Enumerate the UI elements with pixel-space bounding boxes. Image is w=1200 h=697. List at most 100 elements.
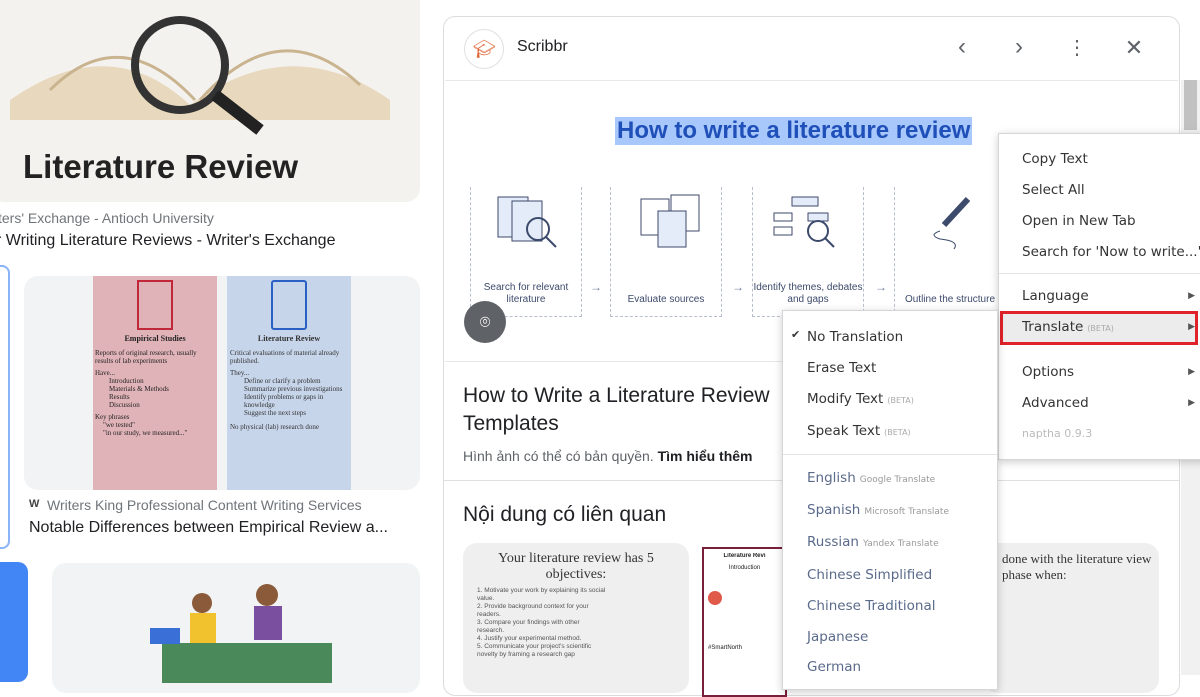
step-label: Identify themes, debates and gaps [753, 282, 863, 305]
related-list-item: 1. Motivate your work by explaining its … [477, 587, 606, 602]
empirical-have: Have... [95, 369, 116, 377]
pen-icon [933, 196, 971, 250]
review-item: Suggest the next steps [244, 409, 307, 417]
review-desc: Critical evaluations of material already… [230, 349, 340, 365]
review-item: Define or clarify a problem [244, 377, 321, 385]
review-panel: Literature Review Critical evaluations o… [227, 276, 351, 490]
sources-icon [640, 194, 700, 248]
naptha-version: naptha 0.9.3 [1022, 427, 1093, 440]
menu-modify-text[interactable]: Modify Text (BETA) [783, 384, 997, 414]
menu-separator [999, 273, 1200, 274]
menu-search-for[interactable]: Search for 'Now to write...' [999, 237, 1200, 267]
scribbr-logo-icon: 🎓︎ [464, 29, 504, 69]
menu-erase-text[interactable]: Erase Text [783, 353, 997, 383]
selected-result-edge[interactable] [0, 265, 10, 549]
speak-label: Speak Text [807, 423, 881, 439]
book-icon [271, 280, 307, 330]
copyright-text: Hình ảnh có thể có bản quyền. [463, 448, 654, 464]
result-image-illustration[interactable] [52, 563, 420, 693]
google-lens-button[interactable]: ⌾ [464, 301, 506, 343]
site-name[interactable]: Scribbr [517, 38, 568, 56]
lang-english[interactable]: English Google Translate [783, 463, 997, 493]
empirical-desc: Reports of original research, usually re… [95, 349, 197, 365]
provider-label: Yandex Translate [862, 539, 939, 549]
menu-advanced[interactable]: Advanced ▶ [999, 388, 1199, 418]
menu-options[interactable]: Options ▶ [999, 357, 1199, 387]
empirical-title: Empirical Studies [124, 334, 186, 343]
step-label: Evaluate sources [627, 294, 705, 305]
more-options-icon[interactable]: ⋮ [1062, 35, 1092, 60]
submenu-arrow-icon: ▶ [1188, 291, 1195, 301]
menu-separator [783, 454, 997, 455]
scrollbar-thumb[interactable] [1184, 80, 1197, 130]
related-list-item: 2. Provide background context for your r… [477, 603, 589, 618]
submenu-arrow-icon: ▶ [1188, 398, 1195, 408]
menu-no-translation[interactable]: No Translation [783, 322, 997, 352]
lang-russian[interactable]: Russian Yandex Translate [783, 527, 997, 557]
close-icon[interactable]: ✕ [1119, 35, 1149, 61]
target-icon [708, 591, 722, 605]
menu-open-new-tab[interactable]: Open in New Tab [999, 206, 1200, 236]
image-caption: Literature Review [23, 148, 299, 185]
menu-language-label: Language [1022, 288, 1089, 304]
previous-arrow-icon[interactable]: ‹ [947, 33, 977, 61]
empirical-item: Materials & Methods [109, 385, 169, 393]
lang-chinese-simplified[interactable]: Chinese Simplified [783, 560, 997, 590]
result-heading[interactable]: How to Write a Literature Review Templat… [463, 382, 793, 438]
next-arrow-icon[interactable]: › [1004, 33, 1034, 61]
step-label: Outline the structure [904, 294, 996, 305]
lang-spanish[interactable]: Spanish Microsoft Translate [783, 495, 997, 525]
menu-translate[interactable]: Translate (BETA) ▶ [999, 312, 1199, 342]
blue-result-tile[interactable] [0, 562, 28, 682]
menu-select-all[interactable]: Select All [999, 175, 1200, 205]
arrow-icon: → [732, 280, 744, 294]
related-item[interactable]: Your literature review has 5 objectives:… [463, 543, 689, 693]
empirical-key: Key phrases [95, 413, 130, 421]
review-note: No physical (lab) research done [230, 423, 320, 431]
open-book-magnifier-image [10, 16, 390, 135]
modify-label: Modify Text [807, 391, 884, 407]
step-evaluate: Evaluate sources [610, 187, 722, 317]
result-image-empirical-vs-review[interactable]: Empirical Studies Reports of original re… [24, 276, 420, 490]
related-list-item: 5. Communicate your project's scientific… [477, 643, 592, 658]
learn-more-link[interactable]: Tìm hiểu thêm [658, 448, 753, 464]
menu-copy-text[interactable]: Copy Text [999, 144, 1200, 174]
submenu-arrow-icon: ▶ [1188, 322, 1195, 332]
menu-language[interactable]: Language ▶ [999, 281, 1199, 311]
context-menu: Copy Text Select All Open in New Tab Sea… [998, 133, 1200, 460]
image-title-selected[interactable]: How to write a literature review [615, 117, 973, 145]
provider-label: Google Translate [859, 475, 936, 485]
beta-badge: (BETA) [887, 396, 914, 405]
menu-speak-text[interactable]: Speak Text (BETA) [783, 416, 997, 446]
empirical-item: Results [109, 393, 130, 401]
empirical-item: Discussion [109, 401, 140, 409]
related-title: Your literature review has 5 objectives: [498, 551, 654, 582]
lang-chinese-traditional[interactable]: Chinese Traditional [783, 591, 997, 621]
step-outline: Outline the structure [894, 187, 1006, 317]
empirical-panel: Empirical Studies Reports of original re… [93, 276, 217, 490]
lang-german[interactable]: German [783, 652, 997, 682]
related-title: done with the literature view phase when… [1002, 551, 1152, 582]
empirical-phrase: "in our study, we measured..." [103, 429, 188, 437]
review-they: They... [230, 369, 250, 377]
review-item: Summarize previous investigations [244, 385, 343, 393]
step-identify: Identify themes, debates and gaps [752, 187, 864, 317]
translate-submenu: ✔ No Translation Erase Text Modify Text(… [782, 310, 998, 690]
result-title[interactable]: Notable Differences between Empirical Re… [29, 519, 388, 537]
result-source[interactable]: ters' Exchange - Antioch University [0, 210, 214, 226]
empirical-phrase: "we tested" [103, 421, 135, 429]
result-source[interactable]: Writers King Professional Content Writin… [47, 497, 362, 513]
review-item: Identify problems or gaps in knowledge [244, 393, 324, 409]
step-search: Search for relevant literature [470, 187, 582, 317]
related-item[interactable]: done with the literature view phase when… [984, 543, 1159, 693]
review-title: Literature Review [257, 334, 321, 343]
lang-japanese[interactable]: Japanese [783, 622, 997, 652]
related-list-item: 4. Justify your experimental method. [477, 635, 582, 642]
document-icon [137, 280, 173, 330]
lang-label: English [807, 470, 856, 486]
result-title[interactable]: r Writing Literature Reviews - Writer's … [0, 232, 335, 250]
result-image-literature-review[interactable]: Literature Review [0, 0, 420, 202]
students-reading-illustration [150, 584, 332, 683]
related-list-item: 3. Compare your findings with other rese… [477, 619, 580, 634]
beta-badge: (BETA) [1087, 324, 1114, 333]
